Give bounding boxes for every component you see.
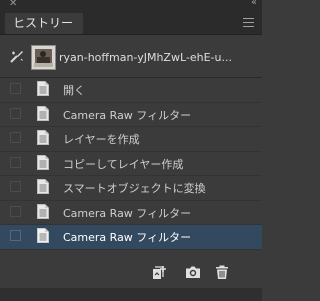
snapshot-thumbnail	[31, 45, 56, 70]
history-step-label: スマートオブジェクトに変換	[63, 182, 206, 195]
document-icon	[37, 105, 49, 121]
step-source-checkbox[interactable]	[10, 83, 21, 94]
hamburger-menu-icon[interactable]	[243, 18, 254, 27]
history-step-selected[interactable]: Camera Raw フィルター	[0, 225, 262, 250]
history-step[interactable]: スマートオブジェクトに変換	[0, 176, 262, 201]
panel-tab-bar: ヒストリー	[0, 10, 262, 35]
history-step-label: Camera Raw フィルター	[63, 206, 192, 220]
document-icon	[37, 130, 49, 145]
step-source-checkbox[interactable]	[10, 205, 21, 217]
panel-bottom-toolbar	[0, 258, 262, 286]
history-step-label: レイヤーを作成	[63, 133, 140, 146]
double-chevron-icon[interactable]: ‹‹	[251, 0, 257, 9]
panel-top-strip: ✕ ‹‹	[0, 0, 262, 10]
document-icon	[37, 81, 49, 96]
step-source-checkbox[interactable]	[10, 132, 21, 143]
document-icon	[37, 228, 49, 243]
history-step[interactable]: コピーしてレイヤー作成	[0, 152, 262, 176]
step-source-checkbox[interactable]	[10, 230, 21, 241]
history-brush-icon[interactable]	[9, 48, 25, 64]
step-source-checkbox[interactable]	[10, 107, 21, 119]
close-icon[interactable]: ✕	[9, 0, 17, 10]
step-source-checkbox[interactable]	[10, 156, 21, 168]
document-icon	[37, 203, 49, 219]
history-step[interactable]: 開く	[0, 78, 262, 103]
history-step-label: 開く	[63, 84, 85, 97]
panel-footer	[0, 288, 262, 301]
camera-icon[interactable]	[185, 264, 201, 280]
history-step[interactable]: Camera Raw フィルター	[0, 103, 262, 127]
snapshot-label: ryan-hoffman-yJMhZwL-ehE-u...	[59, 51, 232, 64]
history-step-label: Camera Raw フィルター	[63, 108, 192, 122]
document-icon	[37, 179, 49, 194]
history-step-label: コピーしてレイヤー作成	[63, 157, 184, 171]
trash-icon[interactable]	[214, 264, 230, 280]
history-step[interactable]: Camera Raw フィルター	[0, 201, 262, 225]
history-list: 開く Camera Raw フィルター レイヤーを作成 コピーしてレイヤー作成 …	[0, 78, 262, 250]
tab-history[interactable]: ヒストリー	[5, 13, 84, 34]
history-step-label: Camera Raw フィルター	[63, 231, 192, 244]
new-document-from-state-icon[interactable]	[152, 264, 168, 280]
snapshot-row[interactable]: ryan-hoffman-yJMhZwL-ehE-u...	[0, 39, 262, 78]
history-step[interactable]: レイヤーを作成	[0, 127, 262, 152]
document-icon	[37, 154, 49, 170]
step-source-checkbox[interactable]	[10, 181, 21, 192]
history-panel: ✕ ‹‹ ヒストリー ryan-hoffman-yJMhZwL-ehE-u...	[0, 0, 262, 301]
